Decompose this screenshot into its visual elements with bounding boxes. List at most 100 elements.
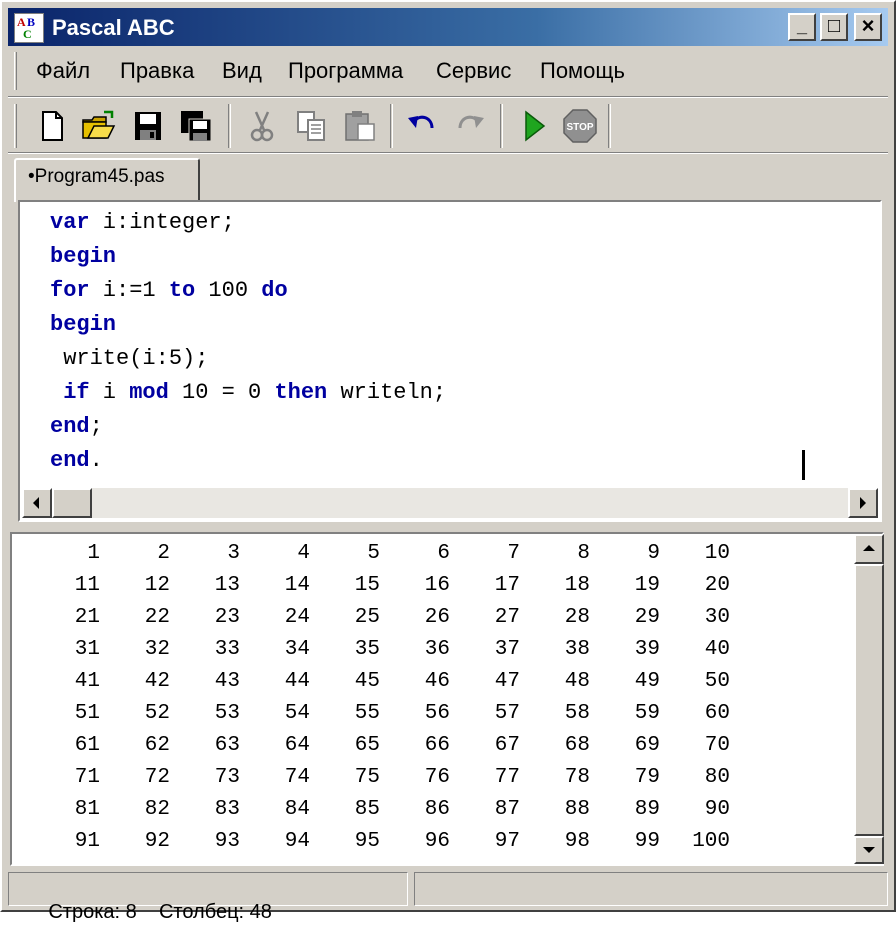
output-value: 10 [704,542,730,565]
output-value: 95 [354,830,380,853]
close-button[interactable]: × [854,13,882,41]
scroll-down-button[interactable] [854,836,884,864]
save-all-button[interactable] [178,108,214,144]
paste-button[interactable] [342,108,378,144]
output-value: 3 [227,542,240,565]
menu-file[interactable]: Файл [36,58,90,84]
menu-separator [8,96,888,98]
menu-view[interactable]: Вид [222,58,262,84]
run-button[interactable] [516,108,552,144]
horizontal-scroll-thumb[interactable] [52,488,92,518]
output-value: 63 [214,734,240,757]
menu-help[interactable]: Помощь [540,58,625,84]
undo-button[interactable] [404,108,440,144]
app-icon-letter-b: B [27,15,36,29]
editor-frame: var i:integer; begin for i:=1 to 100 do beg… [18,200,882,522]
output-value: 48 [564,670,590,693]
output-value: 31 [74,638,100,661]
output-value: 2 [157,542,170,565]
tab-program45[interactable]: •Program45.pas [14,158,200,202]
status-message-pane [414,872,888,906]
code-line: var i:integer; [50,210,235,235]
output-value: 33 [214,638,240,661]
code-line: begin [50,312,116,337]
output-value: 85 [354,798,380,821]
output-value: 14 [284,574,310,597]
code-keyword: for [50,278,90,303]
output-value: 62 [144,734,170,757]
code-line: for i:=1 to 100 do [50,278,288,303]
code-editor[interactable]: var i:integer; begin for i:=1 to 100 do beg… [22,204,878,486]
toolbar-separator [608,104,611,148]
output-value: 40 [704,638,730,661]
output-value: 59 [634,702,660,725]
paste-icon [345,111,375,141]
output-value: 89 [634,798,660,821]
output-value: 37 [494,638,520,661]
code-keyword: begin [50,244,117,269]
menu-edit[interactable]: Правка [120,58,194,84]
horizontal-scrollbar[interactable] [22,488,878,518]
code-keyword: do [261,278,288,303]
open-button[interactable] [80,108,116,144]
stop-button[interactable]: STOP [562,108,598,144]
menu-program[interactable]: Программа [288,58,403,84]
output-value: 58 [564,702,590,725]
code-keyword: to [168,278,196,303]
open-folder-icon [82,110,116,139]
output-value: 5 [367,542,380,565]
new-file-button[interactable] [34,108,70,144]
output-value: 25 [354,606,380,629]
output-value: 66 [424,734,450,757]
vertical-scroll-thumb[interactable] [854,564,884,836]
output-value: 98 [564,830,590,853]
title-bar[interactable]: A B C Pascal ABC _ □ × [8,8,888,46]
code-line: end; [50,414,103,439]
menu-grip[interactable] [14,52,17,90]
output-value: 70 [704,734,730,757]
stop-icon: STOP [563,109,597,143]
output-value: 9 [647,542,660,565]
output-value: 27 [494,606,520,629]
code-line: begin [50,244,116,269]
redo-button[interactable] [452,108,488,144]
menu-service[interactable]: Сервис [436,58,511,84]
scroll-left-button[interactable] [22,488,52,518]
window-title: Pascal ABC [52,15,175,40]
arrow-left-icon [33,497,39,509]
output-value: 71 [74,766,100,789]
copy-button[interactable] [294,108,330,144]
maximize-button[interactable]: □ [820,13,848,41]
minimize-button[interactable]: _ [788,13,816,41]
output-text[interactable]: 1 2 3 4 5 6 7 8 9 10 11 12 13 14 15 16 17 18 19 20 21 22 23 24 2… [12,534,854,864]
scroll-up-button[interactable] [854,534,884,564]
status-row: Строка: 8 [48,901,137,923]
output-value: 65 [354,734,380,757]
cut-button[interactable] [244,108,280,144]
output-value: 16 [424,574,450,597]
arrow-down-icon [863,847,875,853]
output-value: 47 [494,670,520,693]
main-window: A B C Pascal ABC _ □ × Файл Правка Вид П… [0,0,896,923]
output-value: 45 [354,670,380,693]
vertical-scrollbar[interactable] [854,534,884,864]
output-value: 61 [74,734,100,757]
code-text: i:=1 [89,278,169,303]
toolbar-separator [500,104,503,148]
output-value: 74 [284,766,310,789]
output-value: 87 [494,798,520,821]
output-value: 18 [564,574,590,597]
output-value: 82 [144,798,170,821]
code-keyword: end [50,448,90,473]
scroll-right-button[interactable] [848,488,878,518]
output-value: 69 [634,734,660,757]
save-button[interactable] [130,108,166,144]
toolbar-grip[interactable] [14,104,17,148]
output-value: 30 [704,606,730,629]
tab-strip: •Program45.pas [8,154,888,202]
output-value: 84 [284,798,310,821]
output-value: 4 [297,542,310,565]
output-value: 21 [74,606,100,629]
output-value: 91 [74,830,100,853]
output-value: 60 [704,702,730,725]
